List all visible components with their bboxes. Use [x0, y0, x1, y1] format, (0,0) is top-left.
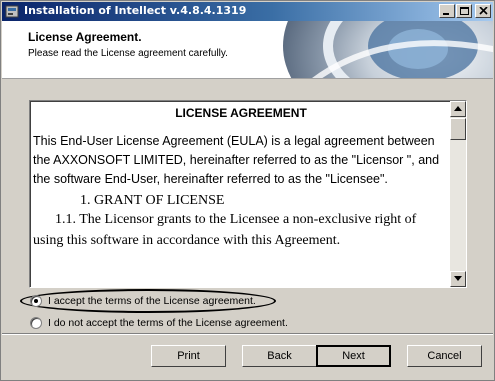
vertical-scrollbar[interactable]	[450, 101, 466, 287]
scroll-up-button[interactable]	[450, 101, 466, 117]
accept-label[interactable]: I accept the terms of the License agreem…	[48, 295, 256, 307]
maximize-icon	[460, 7, 469, 15]
close-button[interactable]	[475, 4, 491, 18]
scrollbar-thumb[interactable]	[450, 118, 466, 140]
header-banner-graphic	[273, 21, 493, 78]
title-bar[interactable]: Installation of Intellect v.4.8.4.1319	[2, 2, 493, 21]
page-title: License Agreement.	[28, 30, 142, 44]
license-content: LICENSE AGREEMENT This End-User License …	[33, 103, 449, 251]
wizard-body: LICENSE AGREEMENT This End-User License …	[2, 80, 493, 380]
license-grant-title: 1. GRANT OF LICENSE	[80, 193, 225, 208]
cancel-button[interactable]: Cancel	[407, 345, 482, 367]
back-button[interactable]: Back	[242, 345, 317, 367]
maximize-button[interactable]	[456, 4, 472, 18]
next-button[interactable]: Next	[316, 345, 391, 367]
arrow-down-icon	[454, 276, 462, 281]
license-heading: LICENSE AGREEMENT	[175, 106, 307, 120]
license-paragraph: This End-User License Agreement (EULA) i…	[33, 134, 440, 186]
license-clause: 1.1. The Licensor grants to the Licensee…	[33, 212, 417, 248]
license-text-box[interactable]: LICENSE AGREEMENT This End-User License …	[29, 100, 467, 288]
minimize-icon	[443, 13, 449, 15]
separator	[2, 333, 493, 335]
decline-radio[interactable]	[30, 317, 42, 329]
window-title: Installation of Intellect v.4.8.4.1319	[24, 4, 247, 17]
decline-option[interactable]: I do not accept the terms of the License…	[30, 315, 288, 331]
page-subtitle: Please read the License agreement carefu…	[28, 48, 228, 59]
installer-icon	[5, 5, 19, 18]
wizard-header: License Agreement. Please read the Licen…	[2, 21, 493, 79]
arrow-up-icon	[454, 106, 462, 111]
close-icon	[479, 7, 488, 15]
minimize-button[interactable]	[439, 4, 455, 18]
accept-option[interactable]: I accept the terms of the License agreem…	[30, 293, 256, 309]
scroll-down-button[interactable]	[450, 271, 466, 287]
accept-radio[interactable]	[30, 295, 42, 307]
installer-window: Installation of Intellect v.4.8.4.1319 L…	[0, 0, 495, 381]
decline-label[interactable]: I do not accept the terms of the License…	[48, 317, 288, 329]
print-button[interactable]: Print	[151, 345, 226, 367]
